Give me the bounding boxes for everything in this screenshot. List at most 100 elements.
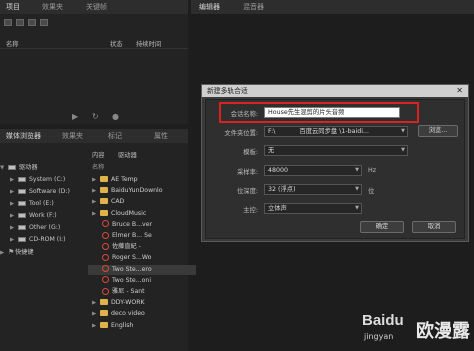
- sample-rate-unit: Hz: [368, 167, 377, 174]
- drive-label: Tool (E:): [29, 200, 54, 207]
- project-columns: 名称 状态 持续时间: [0, 38, 188, 49]
- file-row[interactable]: 雅尼 - Sant: [88, 287, 196, 297]
- file-row[interactable]: Two Ste...ero: [88, 264, 196, 275]
- tree-drives-header[interactable]: ▼ 驱动器: [0, 163, 38, 173]
- play-icon[interactable]: ▶: [72, 112, 78, 121]
- template-select[interactable]: 无 ▼: [264, 145, 408, 156]
- new-file-icon[interactable]: [4, 19, 12, 26]
- expand-arrow-icon[interactable]: ▶: [92, 209, 100, 219]
- file-row[interactable]: ▶ AE Temp: [88, 175, 186, 185]
- folder-icon: [100, 176, 108, 182]
- file-name: DDY-WORK: [111, 299, 145, 307]
- bit-depth-label: 位深度:: [236, 188, 258, 195]
- cdrom-icon: [18, 236, 26, 242]
- chevron-down-icon: ▼: [401, 128, 405, 134]
- expand-arrow-icon[interactable]: ▶: [92, 186, 100, 196]
- tab-properties[interactable]: 属性: [150, 129, 172, 143]
- expand-arrow-icon[interactable]: ▶: [92, 321, 100, 331]
- file-row[interactable]: ▶ BaiduYunDownlo: [88, 186, 186, 196]
- file-name: Roger S...Wo: [112, 254, 152, 262]
- file-row[interactable]: Bruce B...ver: [88, 220, 196, 230]
- audio-file-icon: [102, 220, 109, 228]
- chevron-down-icon: ▼: [401, 147, 405, 153]
- file-row[interactable]: ▶ English: [88, 321, 186, 331]
- tab-effects[interactable]: 效果夹: [58, 129, 87, 143]
- file-row[interactable]: ▶ CloudMusic: [88, 209, 186, 219]
- master-select[interactable]: 立体声 ▼: [264, 203, 362, 214]
- chevron-down-icon: ▼: [355, 205, 359, 211]
- tree-shortcuts[interactable]: ▶ ⚑快捷键: [0, 247, 34, 257]
- drive-icon: [18, 176, 26, 182]
- audio-file-icon: [102, 231, 109, 239]
- file-row[interactable]: ▶ CAD: [88, 197, 186, 207]
- folder-location-select[interactable]: F:\ 百度云同步盘 \1-baidi... ▼: [264, 126, 408, 137]
- file-name: Two Ste...ero: [112, 265, 152, 273]
- tree-drive-g[interactable]: ▶ Other (G:): [10, 223, 60, 233]
- expand-arrow-icon[interactable]: ▶: [92, 309, 100, 319]
- ok-button[interactable]: 确定: [360, 221, 404, 233]
- sample-rate-value: 48000: [268, 167, 289, 174]
- file-row[interactable]: Elmer B... Se: [88, 231, 196, 241]
- shortcut-icon: ⚑: [8, 248, 15, 256]
- tab-effects-rack[interactable]: 效果夹: [38, 0, 67, 14]
- cancel-button[interactable]: 取消: [412, 221, 456, 233]
- tab-markers[interactable]: 标记: [104, 129, 126, 143]
- drive-label: Work (F:): [29, 212, 57, 219]
- tab-project[interactable]: 项目: [2, 0, 24, 14]
- loop-icon[interactable]: ↻: [92, 112, 99, 121]
- tree-drive-c[interactable]: ▶ System (C:): [10, 175, 65, 185]
- tab-mixer[interactable]: 混音器: [239, 0, 268, 14]
- audio-file-icon: [102, 265, 109, 273]
- file-name: Two Ste...oni: [112, 276, 152, 284]
- tree-drive-f[interactable]: ▶ Work (F:): [10, 211, 57, 221]
- editor-tabbar: 编辑器 混音器: [191, 0, 474, 14]
- files-column-header[interactable]: 名称: [88, 163, 186, 173]
- tab-media-browser[interactable]: 媒体浏览器: [2, 129, 45, 143]
- file-name: BaiduYunDownlo: [111, 187, 163, 195]
- tree-drive-d[interactable]: ▶ Software (D:): [10, 187, 70, 197]
- file-row[interactable]: ▶ deco video: [88, 309, 186, 319]
- drive-icon: [18, 224, 26, 230]
- tree-drive-e[interactable]: ▶ Tool (E:): [10, 199, 54, 209]
- file-row[interactable]: Two Ste...oni: [88, 276, 196, 286]
- drive-icon: [18, 200, 26, 206]
- folder-icon: [100, 321, 108, 328]
- transport-bar: ▶ ↻ ●: [0, 110, 188, 124]
- tree-drive-i[interactable]: ▶ CD-ROM (I:): [10, 235, 66, 245]
- expand-arrow-icon[interactable]: ▶: [92, 197, 100, 207]
- dialog-titlebar: 新建多轨合适 ✕: [202, 85, 468, 97]
- import-icon[interactable]: [16, 19, 24, 26]
- tab-editor[interactable]: 编辑器: [195, 0, 224, 14]
- folder-path: 百度云同步盘 \1-baidi...: [299, 128, 369, 135]
- file-row[interactable]: 佐藤直紀 -: [88, 242, 196, 252]
- expand-arrow-icon[interactable]: ▶: [92, 175, 100, 185]
- folder-drive: F:\: [268, 128, 276, 135]
- drive-label: Other (G:): [29, 224, 61, 231]
- file-name: Elmer B... Se: [112, 232, 152, 239]
- bit-depth-select[interactable]: 32 (浮点) ▼: [264, 184, 362, 195]
- drive-tree: ▼ 驱动器 ▶ System (C:) ▶ Software (D:) ▶ Tool (…: [0, 163, 86, 351]
- close-icon[interactable]: ✕: [456, 85, 463, 97]
- tab-keyframes[interactable]: 关键帧: [82, 0, 111, 14]
- search-icon[interactable]: [28, 19, 36, 26]
- expand-arrow-icon[interactable]: ▶: [92, 298, 100, 308]
- bit-depth-unit: 位: [368, 188, 375, 195]
- file-name: English: [111, 321, 134, 329]
- drive-label: System (C:): [29, 176, 66, 183]
- folder-icon: [100, 310, 108, 317]
- sample-rate-select[interactable]: 48000 ▼: [264, 165, 362, 176]
- file-row[interactable]: Roger S...Wo: [88, 253, 196, 263]
- content-label: 内容: [92, 152, 105, 159]
- column-status[interactable]: 状态: [110, 39, 123, 48]
- audio-file-icon: [102, 287, 109, 295]
- browse-button[interactable]: 浏览...: [418, 125, 458, 137]
- column-name[interactable]: 名称: [6, 39, 19, 48]
- folder-icon: [100, 187, 108, 194]
- delete-icon[interactable]: [40, 19, 48, 26]
- column-duration[interactable]: 持续时间: [136, 39, 161, 48]
- record-icon[interactable]: ●: [112, 112, 119, 121]
- file-row[interactable]: ▶ DDY-WORK: [88, 298, 186, 308]
- folder-icon: [100, 198, 108, 205]
- bit-depth-value: 32 (浮点): [268, 186, 296, 193]
- project-panel: 项目 效果夹 关键帧 名称 状态 持续时间: [0, 0, 188, 124]
